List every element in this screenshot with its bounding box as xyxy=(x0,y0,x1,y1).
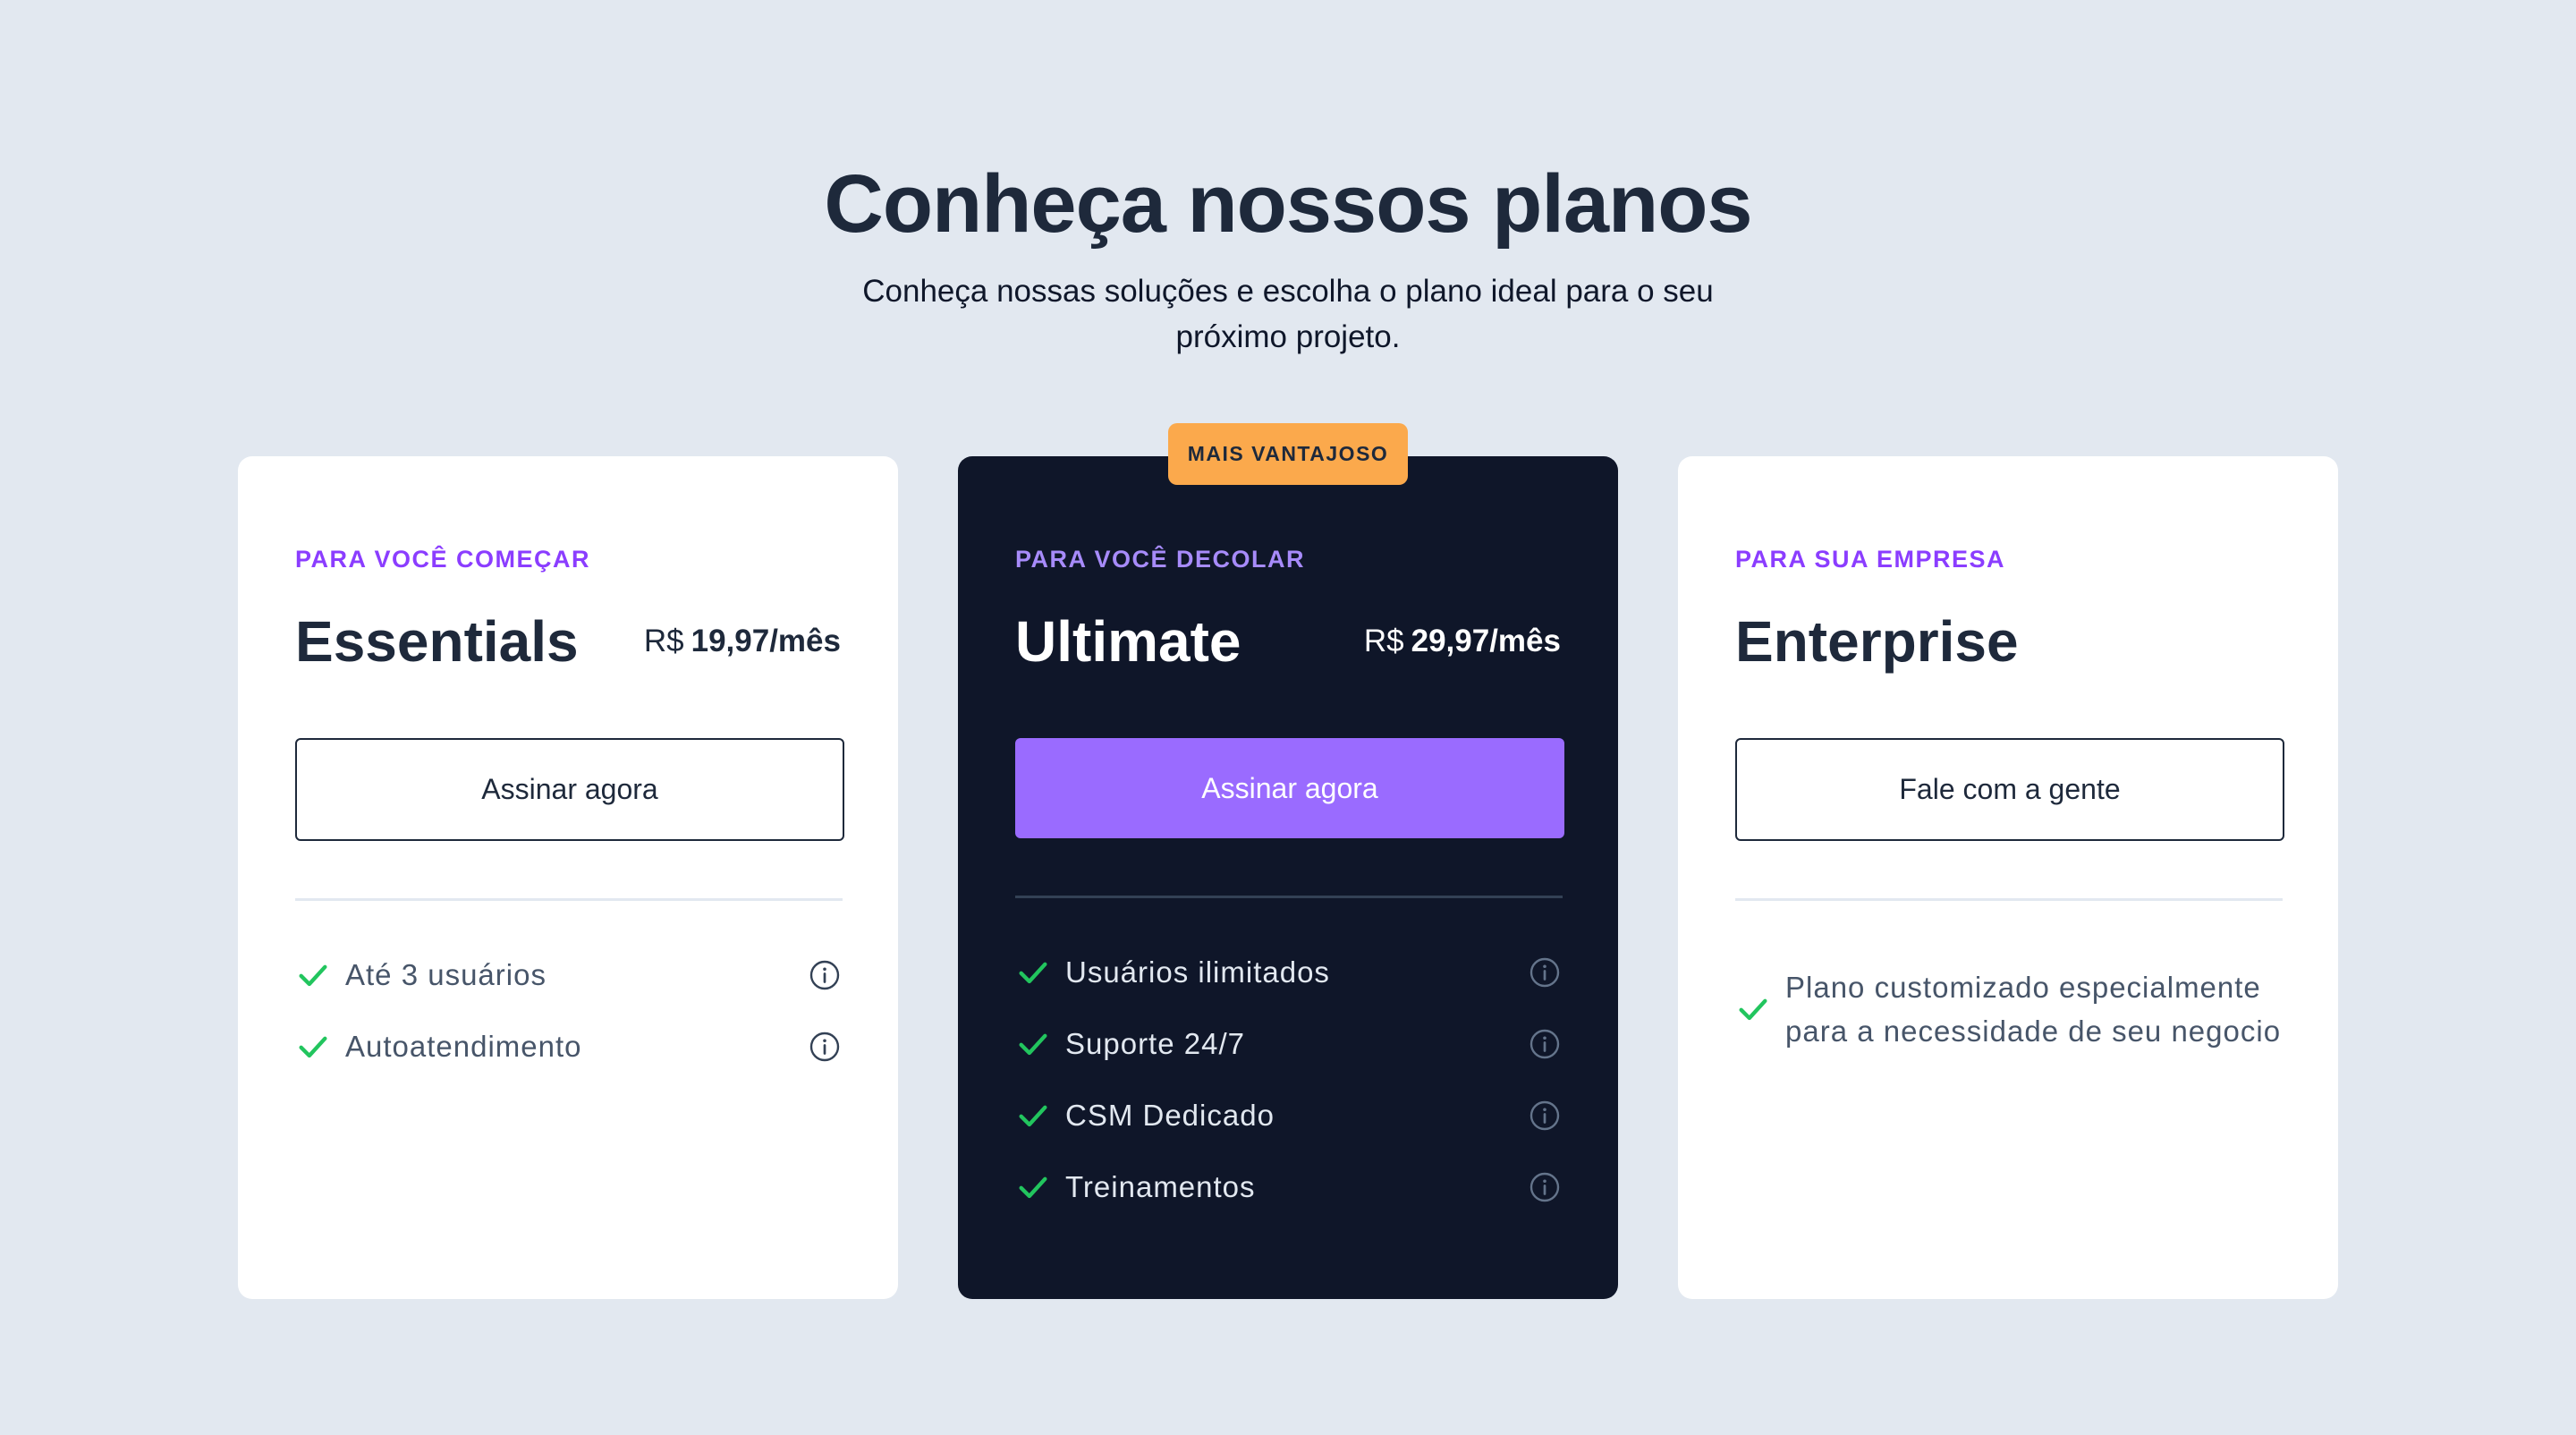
feature-item: CSM Dedicado xyxy=(1015,1080,1564,1151)
divider xyxy=(1735,898,2283,901)
info-icon[interactable] xyxy=(1529,1171,1561,1203)
plan-title-row: Enterprise xyxy=(1735,601,2281,682)
feature-list: Até 3 usuários Autoatendimento xyxy=(295,939,844,1083)
plan-price: R$ 29,97/mês xyxy=(1364,624,1561,659)
feature-item: Autoatendimento xyxy=(295,1011,844,1083)
price-currency: R$ xyxy=(1363,624,1404,658)
check-icon xyxy=(1019,1176,1047,1199)
plan-name: Ultimate xyxy=(1015,609,1241,674)
check-icon xyxy=(1019,1033,1047,1056)
price-currency: R$ xyxy=(643,624,684,658)
plan-price: R$ 19,97/mês xyxy=(644,624,841,659)
check-icon xyxy=(1019,962,1047,984)
price-amount: 19,97/mês xyxy=(691,624,841,658)
feature-label: Autoatendimento xyxy=(345,1030,582,1063)
divider xyxy=(295,898,843,901)
plan-name: Enterprise xyxy=(1735,609,2019,674)
plan-card-ultimate: MAIS VANTAJOSO PARA VOCÊ DECOLAR Ultimat… xyxy=(958,423,1618,1299)
plan-card-enterprise: PARA SUA EMPRESA Enterprise Fale com a g… xyxy=(1678,456,2338,1299)
plan-eyebrow: PARA SUA EMPRESA xyxy=(1735,546,2006,573)
feature-item: Até 3 usuários xyxy=(295,939,844,1011)
feature-label: Plano customizado especialmente para a n… xyxy=(1785,971,2282,1048)
check-icon xyxy=(299,964,327,987)
feature-label: Treinamentos xyxy=(1065,1170,1256,1203)
plan-card-essentials: PARA VOCÊ COMEÇAR Essentials R$ 19,97/mês… xyxy=(238,456,898,1299)
feature-label: CSM Dedicado xyxy=(1065,1099,1275,1132)
info-icon[interactable] xyxy=(1529,1028,1561,1060)
divider xyxy=(1015,896,1563,898)
feature-item: Plano customizado especialmente para a n… xyxy=(1735,955,2284,1063)
check-icon xyxy=(1739,998,1767,1021)
feature-list: Usuários ilimitados Suporte 24/7 CSM Ded… xyxy=(1015,937,1564,1223)
plan-eyebrow: PARA VOCÊ COMEÇAR xyxy=(295,546,591,573)
subscribe-button-ultimate[interactable]: Assinar agora xyxy=(1015,738,1564,838)
price-amount: 29,97/mês xyxy=(1411,624,1561,658)
plan-name: Essentials xyxy=(295,609,579,674)
feature-item: Treinamentos xyxy=(1015,1151,1564,1223)
feature-label: Usuários ilimitados xyxy=(1065,955,1330,989)
most-advantageous-badge: MAIS VANTAJOSO xyxy=(1168,423,1408,485)
page-subtitle: Conheça nossas soluções e escolha o plan… xyxy=(862,274,1714,354)
plan-eyebrow: PARA VOCÊ DECOLAR xyxy=(1015,546,1306,573)
pricing-header: Conheça nossos planos Conheça nossas sol… xyxy=(0,152,2576,360)
feature-list: Plano customizado especialmente para a n… xyxy=(1735,955,2284,1063)
check-icon xyxy=(299,1036,327,1058)
info-icon[interactable] xyxy=(809,959,841,991)
feature-item: Suporte 24/7 xyxy=(1015,1008,1564,1080)
feature-item: Usuários ilimitados xyxy=(1015,937,1564,1008)
feature-label: Suporte 24/7 xyxy=(1065,1027,1245,1060)
info-icon[interactable] xyxy=(1529,956,1561,989)
page-title: Conheça nossos planos xyxy=(824,158,1752,250)
plan-title-row: Essentials R$ 19,97/mês xyxy=(295,601,841,682)
info-icon[interactable] xyxy=(809,1031,841,1063)
contact-us-button[interactable]: Fale com a gente xyxy=(1735,738,2284,841)
check-icon xyxy=(1019,1105,1047,1127)
feature-label: Até 3 usuários xyxy=(345,958,547,991)
plan-title-row: Ultimate R$ 29,97/mês xyxy=(1015,601,1561,682)
info-icon[interactable] xyxy=(1529,1100,1561,1132)
subscribe-button-essentials[interactable]: Assinar agora xyxy=(295,738,844,841)
